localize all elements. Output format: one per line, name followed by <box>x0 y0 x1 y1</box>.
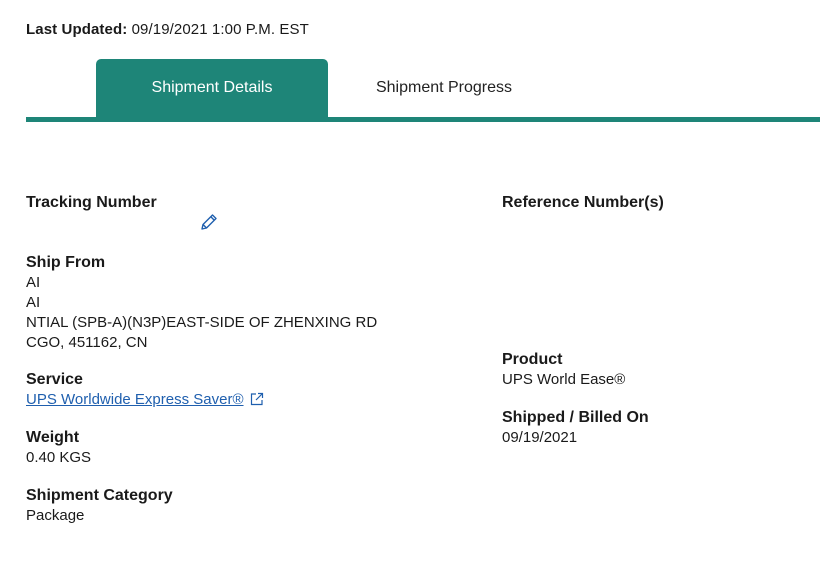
tab-underline <box>26 117 820 122</box>
ship-from-line-1: AI <box>26 274 41 291</box>
weight-field: Weight 0.40 KGS <box>26 428 91 468</box>
tab-shipment-details[interactable]: Shipment Details <box>96 59 328 117</box>
ship-from-line-2: AI <box>26 294 41 311</box>
product-field: Product UPS World Ease® <box>502 350 625 390</box>
product-label: Product <box>502 351 563 368</box>
shipped-billed-on-value: 09/19/2021 <box>502 429 578 446</box>
service-value: UPS Worldwide Express Saver® <box>26 390 264 410</box>
external-link-icon[interactable] <box>250 392 264 406</box>
shipment-details-page: Last Updated: 09/19/2021 1:00 P.M. EST S… <box>0 0 820 586</box>
product-value: UPS World Ease® <box>502 371 626 388</box>
weight-value: 0.40 KGS <box>26 449 92 466</box>
reference-numbers-field: Reference Number(s) <box>502 193 664 213</box>
shipment-category-field: Shipment Category Package <box>26 486 173 526</box>
shipped-billed-on-label: Shipped / Billed On <box>502 409 649 426</box>
tab-shipment-details-label: Shipment Details <box>151 79 273 96</box>
tracking-number-field: Tracking Number <box>26 193 157 213</box>
tab-bar: Shipment Details Shipment Progress <box>96 59 560 117</box>
service-field: Service UPS Worldwide Express Saver® <box>26 370 264 410</box>
shipped-billed-on-field: Shipped / Billed On 09/19/2021 <box>502 408 649 448</box>
service-link[interactable]: UPS Worldwide Express Saver® <box>26 391 244 408</box>
last-updated-label: Last Updated: <box>26 21 128 38</box>
ship-from-field: Ship From AI AI NTIAL (SPB-A)(N3P)EAST-S… <box>26 253 377 353</box>
reference-numbers-label: Reference Number(s) <box>502 194 664 211</box>
ship-from-line-4: CGO, 451162, CN <box>26 334 148 351</box>
tab-shipment-progress-label: Shipment Progress <box>375 79 513 96</box>
ship-from-line-3: NTIAL (SPB-A)(N3P)EAST-SIDE OF ZHENXING … <box>26 314 378 331</box>
weight-label: Weight <box>26 429 80 446</box>
shipment-category-label: Shipment Category <box>26 487 173 504</box>
ship-from-label: Ship From <box>26 254 106 271</box>
last-updated: Last Updated: 09/19/2021 1:00 P.M. EST <box>26 21 309 38</box>
last-updated-value: 09/19/2021 1:00 P.M. EST <box>131 21 309 38</box>
pencil-icon[interactable] <box>199 212 219 232</box>
tracking-number-label: Tracking Number <box>26 194 157 211</box>
tab-shipment-progress[interactable]: Shipment Progress <box>328 59 560 117</box>
service-label: Service <box>26 371 83 388</box>
shipment-category-value: Package <box>26 507 85 524</box>
